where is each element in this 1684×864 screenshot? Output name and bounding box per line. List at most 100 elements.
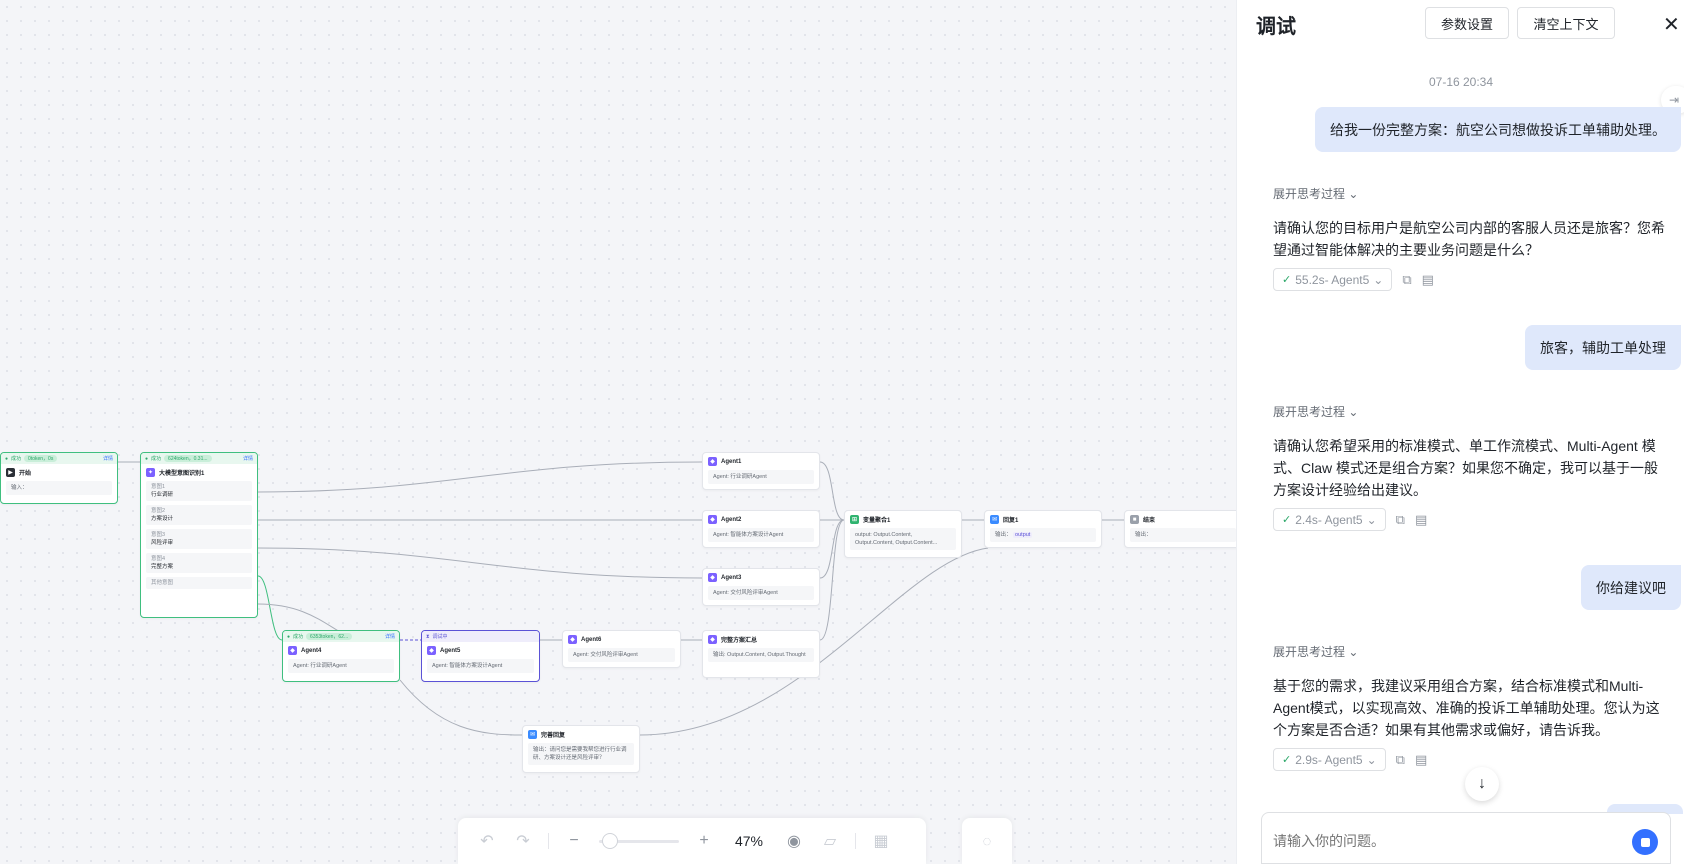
end-icon: ■ xyxy=(1130,515,1139,524)
message-meta: ✓ 2.9s- Agent5 ⌄ ⧉ ▤ xyxy=(1273,748,1427,771)
node-reply1[interactable]: ✉ 回复1 输出： output xyxy=(984,510,1102,548)
node-start[interactable]: ● 成功 0token，0s 详情 ▶ 开始 输入： xyxy=(0,452,118,504)
toolbar-divider xyxy=(548,833,549,849)
node-agent6[interactable]: ◆ Agent6 Agent: 交付风险评审Agent xyxy=(562,630,681,668)
note-icon[interactable]: ▤ xyxy=(1415,512,1427,528)
user-message: 给我一份完整方案：航空公司想做投诉工单辅助处理。 xyxy=(1315,107,1681,152)
node-field: Agent: 行业调研Agent xyxy=(708,470,814,484)
tip-button[interactable]: ◌ xyxy=(962,818,1012,864)
redo-icon[interactable]: ↷ xyxy=(512,831,534,851)
node-title: 完善回复 xyxy=(541,733,566,739)
zoom-slider-handle[interactable] xyxy=(602,832,619,849)
status-pill: 624token，0.31... xyxy=(164,455,212,462)
stop-icon xyxy=(1640,837,1650,847)
message-timestamp: 07-16 20:34 xyxy=(1428,75,1494,89)
reply-icon: ✉ xyxy=(990,515,999,524)
node-field: 输出： xyxy=(1130,528,1236,542)
zoom-in-icon[interactable]: + xyxy=(693,832,715,850)
variable-tag: output xyxy=(1013,532,1033,538)
detail-link[interactable]: 详情 xyxy=(103,455,113,462)
undo-icon[interactable]: ↶ xyxy=(476,831,498,851)
edge-intent1-agent1 xyxy=(257,461,703,493)
detail-link[interactable]: 详情 xyxy=(385,633,395,640)
node-agent5[interactable]: ⧗ 调试中 ◆ Agent5 Agent: 智能体方案设计Agent xyxy=(421,630,540,682)
edge-agent4-guide xyxy=(399,679,523,736)
close-icon[interactable]: ✕ xyxy=(1663,12,1680,37)
agent-icon: ◆ xyxy=(708,457,717,466)
node-field: output: Output.Content, Output.Content, … xyxy=(850,528,956,550)
user-message: 你给建议吧 xyxy=(1581,565,1681,610)
grid-layout-icon[interactable]: ▦ xyxy=(870,831,892,851)
note-icon[interactable]: ▱ xyxy=(819,831,841,851)
expand-thinking-toggle[interactable]: 展开思考过程 ⌄ xyxy=(1273,643,1358,660)
stop-button[interactable] xyxy=(1632,829,1658,855)
node-agent2[interactable]: ◆ Agent2 Agent: 智能体方案设计Agent xyxy=(702,510,820,548)
agent-icon: ◆ xyxy=(288,646,297,655)
toolbar-divider xyxy=(855,833,856,849)
node-field: 输出: Output.Content, Output.Thought xyxy=(708,648,814,662)
detail-link[interactable]: 详情 xyxy=(243,455,253,462)
agent-icon: ◆ xyxy=(708,573,717,582)
expand-thinking-toggle[interactable]: 展开思考过程 ⌄ xyxy=(1273,403,1358,420)
node-title: 变量聚合1 xyxy=(863,518,891,524)
node-agent3[interactable]: ◆ Agent3 Agent: 交付风险评审Agent xyxy=(702,568,820,606)
node-title: 大模型意图识别1 xyxy=(159,471,205,477)
node-field: Agent: 行业调研Agent xyxy=(288,659,394,673)
zoom-level: 47% xyxy=(734,833,764,849)
zoom-out-icon[interactable]: − xyxy=(563,832,585,850)
node-agent4[interactable]: ● 成功 6353token，62... 详情 ◆ Agent4 Agent: 行业调研… xyxy=(282,630,400,682)
node-field: Agent: 智能体方案设计Agent xyxy=(708,528,814,542)
chat-input-box xyxy=(1261,812,1671,864)
node-end[interactable]: ■ 结束 输出： xyxy=(1124,510,1236,548)
chevron-down-icon: ⌄ xyxy=(1366,752,1377,767)
llm-icon: ✦ xyxy=(146,468,155,477)
clear-context-button[interactable]: 清空上下文 xyxy=(1517,7,1615,39)
edge-intent-agent4 xyxy=(257,575,283,641)
agent-run-badge[interactable]: ✓ 2.4s- Agent5 ⌄ xyxy=(1273,508,1386,531)
status-success-icon: ● xyxy=(287,633,291,640)
agent-run-badge[interactable]: ✓ 2.9s- Agent5 ⌄ xyxy=(1273,748,1386,771)
node-title: Agent3 xyxy=(721,574,742,581)
edge-agent1-agg xyxy=(819,461,845,521)
chevron-down-icon: ⌄ xyxy=(1366,512,1377,527)
canvas-toolbar: ↶ ↷ − + 47% ◉ ▱ ▦ xyxy=(458,818,926,864)
intent-item: 意图2 方案设计 xyxy=(146,505,252,525)
success-check-icon: ✓ xyxy=(1282,754,1292,766)
node-title: 结束 xyxy=(1143,518,1156,524)
node-title: Agent5 xyxy=(440,647,461,654)
copy-icon[interactable]: ⧉ xyxy=(1396,512,1405,528)
node-field: Agent: 智能体方案设计Agent xyxy=(427,659,534,673)
node-field: 输出：请问您是需要我帮您进行行业调研、方案设计还是风险评审？ xyxy=(528,743,634,765)
message-meta: ✓ 55.2s- Agent5 ⌄ ⧉ ▤ xyxy=(1273,268,1434,291)
panel-title: 调试 xyxy=(1256,16,1296,38)
status-pill: 0token，0s xyxy=(24,455,58,462)
preview-eye-icon[interactable]: ◉ xyxy=(783,831,805,851)
expand-thinking-toggle[interactable]: 展开思考过程 ⌄ xyxy=(1273,185,1358,202)
agent-icon: ◆ xyxy=(708,515,717,524)
workflow-canvas[interactable]: ● 成功 0token，0s 详情 ▶ 开始 输入： ● 成功 624token，0.31.… xyxy=(0,0,1236,864)
copy-icon[interactable]: ⧉ xyxy=(1402,272,1411,288)
agent-icon: ◆ xyxy=(568,635,577,644)
intent-item: 意图4 完整方案 xyxy=(146,553,252,573)
param-settings-button[interactable]: 参数设置 xyxy=(1425,7,1509,39)
assistant-message: 基于您的需求，我建议采用组合方案，结合标准模式和Multi-Agent模式，以实… xyxy=(1273,678,1660,738)
copy-icon[interactable]: ⧉ xyxy=(1396,752,1405,768)
edge-intent3-agent3 xyxy=(257,547,703,579)
chat-input[interactable] xyxy=(1273,833,1613,849)
note-icon[interactable]: ▤ xyxy=(1415,752,1427,768)
scroll-to-bottom-button[interactable]: ↓ xyxy=(1465,767,1499,801)
node-title: Agent1 xyxy=(721,458,742,465)
edge-agent3-agg xyxy=(819,519,845,579)
agent-run-badge[interactable]: ✓ 55.2s- Agent5 ⌄ xyxy=(1273,268,1393,291)
arrow-down-icon: ↓ xyxy=(1478,775,1486,792)
node-variable-aggregate[interactable]: ⊞ 变量聚合1 output: Output.Content, Output.Co… xyxy=(844,510,962,558)
node-intent-recognition[interactable]: ● 成功 624token，0.31... 详情 ✦ 大模型意图识别1 意图1 行业调研 … xyxy=(140,452,258,618)
node-agent1[interactable]: ◆ Agent1 Agent: 行业调研Agent xyxy=(702,452,820,490)
node-title: Agent4 xyxy=(301,647,322,654)
node-full-plan-summary[interactable]: ◆ 完整方案汇总 输出: Output.Content, Output.Thoug… xyxy=(702,630,820,678)
zoom-slider[interactable] xyxy=(599,832,679,849)
assistant-message: 请确认您希望采用的标准模式、单工作流模式、Multi-Agent 模式、Claw… xyxy=(1273,438,1659,498)
node-guide-reply[interactable]: ✉ 完善回复 输出：请问您是需要我帮您进行行业调研、方案设计还是风险评审？ xyxy=(522,725,640,773)
user-message: 旅客，辅助工单处理 xyxy=(1525,325,1681,370)
note-icon[interactable]: ▤ xyxy=(1422,272,1434,288)
